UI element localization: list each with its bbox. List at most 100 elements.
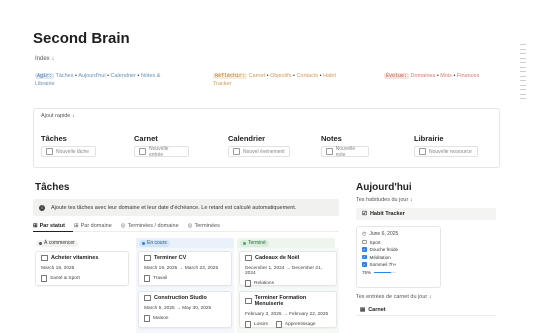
new-event-label: Nouvel événement bbox=[243, 148, 285, 155]
calendar-icon: ◴ bbox=[362, 231, 367, 237]
habit-item[interactable]: ✓ Méditation bbox=[362, 255, 435, 260]
tabs-divider bbox=[33, 231, 339, 232]
task-icon bbox=[245, 255, 252, 261]
new-resource-button[interactable]: Nouvelle ressource bbox=[414, 146, 478, 157]
tasks-view-tabs: ⊞ Par statut ⊞ Par domaine ◎ Terminées / do… bbox=[33, 223, 220, 229]
habit-card[interactable]: ◴ June 6, 2025 Sport ✓ Douche froide ✓ Médi… bbox=[356, 226, 441, 288]
status-label: En cours bbox=[147, 240, 167, 246]
link-notes[interactable]: Notes & bbox=[141, 73, 161, 79]
task-title: Terminer CV bbox=[154, 255, 187, 261]
task-card[interactable]: Terminer Formation Menuiserie February 3… bbox=[239, 291, 337, 328]
link-tracker[interactable]: Tracker bbox=[213, 81, 231, 87]
task-domain: Santé & Sport bbox=[50, 276, 80, 281]
link-librairie[interactable]: Librairie bbox=[35, 81, 55, 87]
page-icon bbox=[46, 148, 53, 155]
tab-terminees-domaine[interactable]: ◎ Terminées / domaine bbox=[121, 223, 179, 229]
page-icon bbox=[139, 148, 146, 155]
tab-terminees[interactable]: ◎ Terminées bbox=[188, 223, 220, 229]
status-dot bbox=[243, 241, 246, 245]
task-icon bbox=[144, 255, 151, 261]
board-column-en-cours: En cours bbox=[136, 238, 234, 248]
carnet-label: Carnet bbox=[368, 307, 386, 313]
task-date: March 5, 2025 → May 30, 2025 bbox=[144, 306, 212, 311]
board-icon: ⊞ bbox=[73, 223, 79, 229]
habit-item[interactable]: ✓ Sommeil 7h+ bbox=[362, 262, 435, 267]
status-label: À commencer bbox=[44, 240, 75, 246]
link-calendrier[interactable]: Calendrier bbox=[111, 73, 136, 79]
status-pill[interactable]: À commencer bbox=[36, 239, 78, 247]
column-header: À commencer bbox=[33, 238, 131, 248]
tab-label: Terminées / domaine bbox=[127, 223, 179, 229]
task-domain: Apprentissage bbox=[284, 322, 316, 327]
status-pill[interactable]: En cours bbox=[139, 239, 170, 247]
tasks-info-callout: i Ajoute tes tâches avec leur domaine et… bbox=[33, 199, 339, 216]
agir-tag: Agir: bbox=[35, 73, 55, 79]
tab-par-domaine[interactable]: ⊞ Par domaine bbox=[74, 223, 112, 229]
column-header: Terminé bbox=[237, 238, 335, 248]
task-icon bbox=[41, 255, 48, 261]
checkbox-checked[interactable]: ✓ bbox=[362, 254, 367, 260]
task-date: March 18, 2025 bbox=[41, 266, 75, 271]
link-finances[interactable]: Finances bbox=[457, 73, 479, 79]
agir-links: Agir: Tâches • Aujourd'hui • Calendrier … bbox=[35, 73, 161, 87]
new-note-button[interactable]: Nouvelle note bbox=[321, 146, 369, 158]
progress-fill bbox=[374, 271, 391, 274]
status-dot bbox=[142, 241, 145, 245]
checkbox[interactable] bbox=[362, 239, 367, 245]
board-column-a-commencer: À commencer bbox=[33, 238, 131, 248]
checkbox-checked[interactable]: ✓ bbox=[362, 247, 367, 252]
link-objectifs[interactable]: Objectifs bbox=[270, 73, 291, 79]
task-card[interactable]: Terminer CV March 19, 2025 → March 23, 2… bbox=[138, 251, 232, 286]
page-icon bbox=[245, 280, 251, 287]
link-aujourdhui[interactable]: Aujourd'hui bbox=[78, 73, 105, 79]
carnet-view-header[interactable]: ▤ Carnet bbox=[356, 305, 496, 316]
page-title: Second Brain bbox=[33, 30, 130, 47]
column-header: En cours bbox=[136, 238, 234, 248]
task-date: March 19, 2025 → March 23, 2025 bbox=[144, 266, 219, 271]
calendar-icon bbox=[233, 148, 240, 155]
habit-item[interactable]: Sport bbox=[362, 240, 435, 245]
link-contacts[interactable]: Contacts bbox=[296, 73, 318, 79]
link-mois[interactable]: Mois bbox=[440, 73, 452, 79]
tab-par-statut[interactable]: ⊞ Par statut bbox=[33, 223, 65, 229]
quick-add-title: Ajout rapide ↓ bbox=[41, 113, 75, 119]
page-icon bbox=[144, 275, 150, 282]
habit-tracker-header[interactable]: ☑ Habit Tracker bbox=[356, 208, 496, 220]
habit-label: Sport bbox=[369, 239, 381, 245]
page-icon bbox=[419, 148, 426, 155]
link-domaines[interactable]: Domaines bbox=[411, 73, 436, 79]
checkbox-checked[interactable]: ✓ bbox=[362, 262, 367, 267]
board-column-termine: Terminé bbox=[237, 238, 335, 248]
task-title: Construction Studio bbox=[154, 295, 207, 301]
tab-label: Par domaine bbox=[80, 223, 112, 229]
task-title: Terminer Formation Menuiserie bbox=[254, 295, 307, 307]
new-resource-label: Nouvelle ressource bbox=[429, 148, 472, 155]
task-domain: Travail bbox=[153, 276, 168, 281]
new-entry-label: Nouvelle entrée bbox=[149, 145, 169, 158]
status-label: Terminé bbox=[248, 240, 266, 246]
check-circle-icon: ◎ bbox=[120, 223, 126, 229]
progress-label: 75% bbox=[362, 270, 372, 275]
task-card[interactable]: Cadeaux de Noël December 1, 2024 → Decem… bbox=[239, 251, 337, 287]
task-title: Acheter vitamines bbox=[51, 255, 99, 261]
habit-date: June 6, 2025 bbox=[369, 231, 399, 237]
new-entry-button[interactable]: Nouvelle entrée bbox=[134, 145, 189, 158]
new-task-label: Nouvelle tâche bbox=[56, 148, 90, 155]
task-title: Cadeaux de Noël bbox=[255, 255, 300, 261]
task-date: February 3, 2025 → February 22, 2025 bbox=[245, 312, 329, 317]
task-icon bbox=[245, 298, 252, 304]
new-task-button[interactable]: Nouvelle tâche bbox=[41, 146, 96, 157]
page-icon bbox=[144, 315, 150, 322]
qa-col-title-librairie: Librairie bbox=[414, 134, 444, 143]
task-card[interactable]: Acheter vitamines March 18, 2025 Santé &… bbox=[35, 251, 129, 286]
task-card[interactable]: Construction Studio March 5, 2025 → May … bbox=[138, 291, 232, 328]
habit-progress: 75% bbox=[362, 270, 435, 275]
habit-item[interactable]: ✓ Douche froide bbox=[362, 247, 435, 252]
new-event-button[interactable]: Nouvel événement bbox=[228, 146, 290, 157]
link-taches[interactable]: Tâches bbox=[55, 73, 73, 79]
link-carnet[interactable]: Carnet bbox=[249, 73, 266, 79]
link-habit[interactable]: Habit bbox=[323, 73, 336, 79]
task-date: December 1, 2024 → December 21, 2024 bbox=[245, 266, 323, 276]
tasks-info-text: Ajoute tes tâches avec leur domaine et l… bbox=[51, 204, 297, 211]
status-pill[interactable]: Terminé bbox=[240, 239, 269, 247]
